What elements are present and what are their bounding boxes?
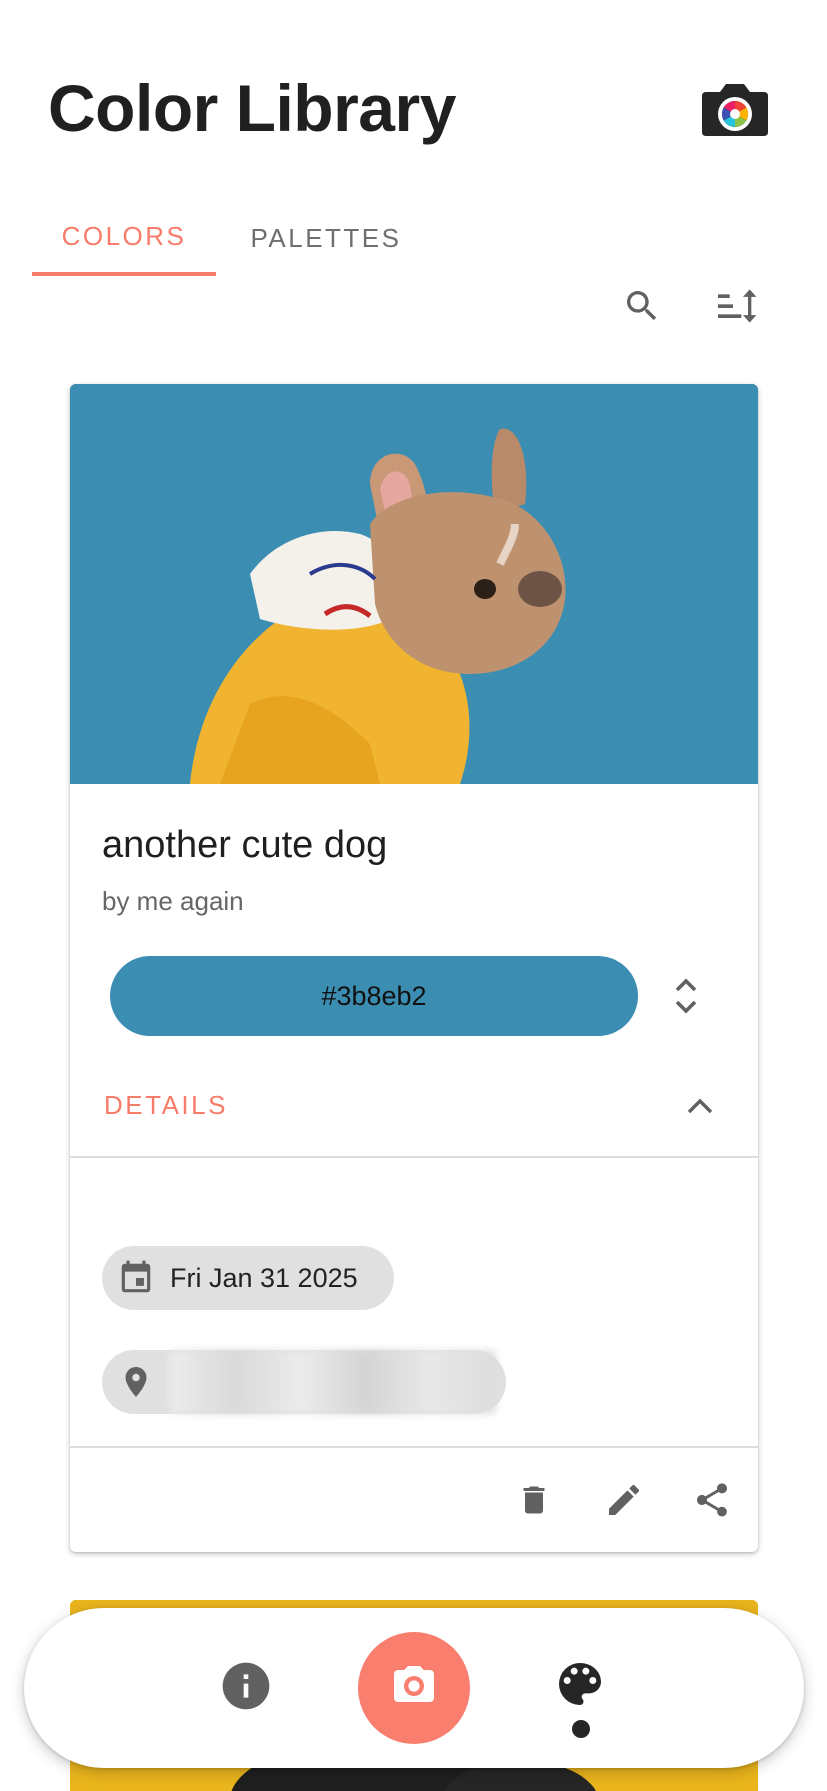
chevron-up-icon	[680, 1086, 720, 1126]
camera-capture-button[interactable]	[358, 1632, 470, 1744]
location-pin-icon	[116, 1362, 156, 1402]
tab-colors[interactable]: COLORS	[32, 200, 216, 276]
palette-icon[interactable]	[552, 1656, 608, 1712]
details-label: DETAILS	[104, 1090, 228, 1120]
edit-icon[interactable]	[600, 1476, 648, 1524]
active-indicator-dot	[572, 1720, 590, 1738]
calendar-icon	[116, 1258, 156, 1298]
tab-palettes[interactable]: PALETTES	[216, 200, 436, 276]
location-redacted	[170, 1350, 496, 1414]
date-chip-label: Fri Jan 31 2025	[170, 1262, 358, 1293]
details-expander[interactable]: DETAILS	[70, 1052, 758, 1158]
bottom-navigation	[24, 1608, 804, 1768]
card-photo-dog[interactable]	[70, 384, 758, 784]
date-chip: Fri Jan 31 2025	[102, 1246, 394, 1310]
card-title: another cute dog	[102, 824, 388, 866]
share-icon[interactable]	[688, 1476, 736, 1524]
card-subtitle: by me again	[102, 886, 244, 916]
color-card: another cute dog by me again #3b8eb2 DET…	[70, 384, 758, 1552]
camera-icon	[390, 1664, 438, 1713]
tab-bar: COLORS PALETTES	[32, 200, 436, 276]
actions-divider	[70, 1446, 758, 1448]
search-icon[interactable]	[618, 282, 666, 330]
page-title: Color Library	[48, 71, 456, 145]
delete-icon[interactable]	[510, 1476, 558, 1524]
app-logo-camera-icon[interactable]	[700, 80, 770, 138]
location-chip	[102, 1350, 506, 1414]
unfold-more-icon[interactable]	[662, 972, 710, 1020]
color-swatch-button[interactable]: #3b8eb2	[110, 956, 638, 1036]
info-icon[interactable]	[218, 1658, 274, 1714]
sort-icon[interactable]	[714, 282, 762, 330]
